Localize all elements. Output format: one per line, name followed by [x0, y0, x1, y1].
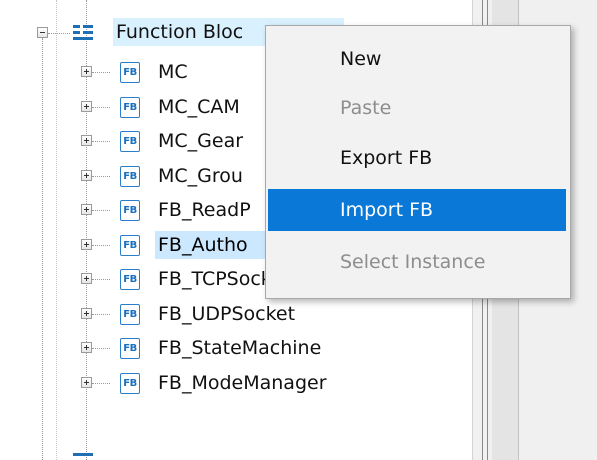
row-connector [92, 383, 110, 384]
fb-icon: FB [120, 131, 140, 152]
row-connector [92, 245, 110, 246]
menu-item-select-instance[interactable]: Select Instance [268, 241, 566, 283]
expand-toggle[interactable] [81, 101, 92, 112]
row-connector [92, 176, 110, 177]
context-menu: New Paste Export FB Import FB Select Ins… [265, 25, 571, 299]
expand-toggle[interactable] [81, 342, 92, 353]
row-connector [92, 107, 110, 108]
fb-icon: FB [120, 269, 140, 290]
row-connector [92, 210, 110, 211]
expand-toggle[interactable] [81, 204, 92, 215]
expand-toggle[interactable] [81, 66, 92, 77]
tree-item-label[interactable]: FB_ReadP [155, 196, 254, 224]
tree-item-label[interactable]: FB_StateMachine [155, 334, 324, 362]
next-folder-icon-partial [73, 452, 93, 460]
row-connector [92, 72, 110, 73]
tree-item-label[interactable]: MC [155, 58, 191, 86]
fb-icon: FB [120, 338, 140, 359]
expand-toggle[interactable] [81, 239, 92, 250]
row-connector [92, 314, 110, 315]
menu-item-new[interactable]: New [268, 38, 566, 80]
tree-item-label[interactable]: MC_Gear [155, 127, 246, 155]
root-connector [48, 33, 70, 34]
fb-icon: FB [120, 62, 140, 83]
fb-icon: FB [120, 97, 140, 118]
function-blocks-folder-icon [73, 24, 93, 40]
tree-item-label[interactable]: MC_Grou [155, 162, 246, 190]
fb-icon: FB [120, 200, 140, 221]
fb-icon: FB [120, 373, 140, 394]
tree-item-label[interactable]: MC_CAM [155, 93, 243, 121]
fb-icon: FB [120, 304, 140, 325]
row-connector [92, 279, 110, 280]
menu-item-paste[interactable]: Paste [268, 87, 566, 129]
expand-toggle[interactable] [81, 308, 92, 319]
expand-toggle[interactable] [81, 377, 92, 388]
tree-item-label[interactable]: FB_Autho [155, 231, 271, 259]
tree-guide-line [56, 0, 57, 460]
fb-icon: FB [120, 166, 140, 187]
tree-item-label[interactable]: FB_ModeManager [155, 369, 330, 397]
expand-toggle[interactable] [81, 170, 92, 181]
row-connector [92, 141, 110, 142]
expand-toggle[interactable] [81, 273, 92, 284]
fb-icon: FB [120, 235, 140, 256]
row-connector [92, 348, 110, 349]
root-collapse-toggle[interactable] [37, 27, 48, 38]
tree-item-label[interactable]: FB_UDPSocket [155, 300, 298, 328]
menu-item-import-fb[interactable]: Import FB [268, 189, 566, 231]
menu-item-export-fb[interactable]: Export FB [268, 137, 566, 179]
expand-toggle[interactable] [81, 135, 92, 146]
tree-vertical-connector [42, 38, 43, 460]
